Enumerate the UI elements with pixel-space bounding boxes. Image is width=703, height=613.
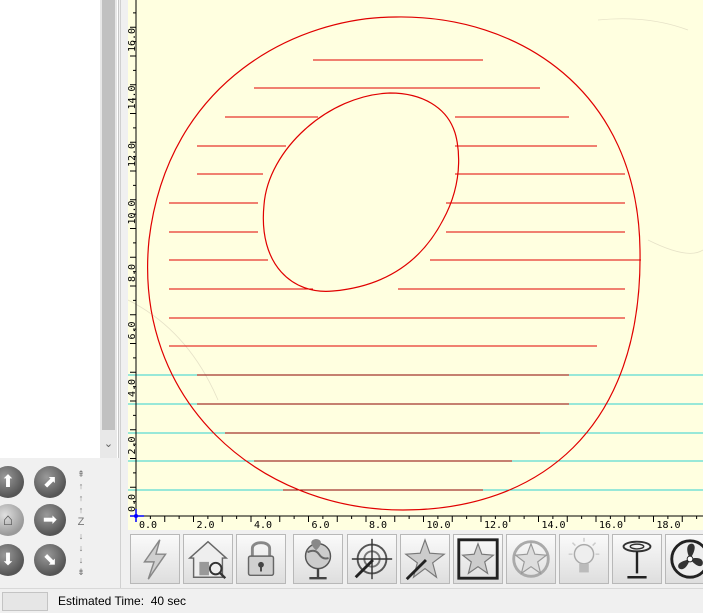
x-tick-label: 2.0 [197,520,215,530]
y-tick-label: 6.0 [128,321,138,339]
status-bar: Estimated Time: 40 sec [0,588,703,613]
left-panel-scrollbar[interactable]: ⌄ [100,0,117,458]
jog-controls: ⬆ ⬈ ⌂ ➡ ⬇ ⬊ ⇞ ↑ ↑ ↑ Z ↓ ↓ ↓ ⇟ [0,458,118,588]
home-icon: ⌂ [2,510,14,529]
globe-button[interactable] [293,534,343,584]
status-message-field [2,592,48,611]
panel-splitter[interactable] [120,0,126,588]
z-up-step-icon[interactable]: ↑ [75,504,87,516]
jog-right-button[interactable]: ➡ [34,504,66,536]
air-assist-icon [622,540,652,579]
target-crosshair-icon [351,538,393,580]
arrow-up-right-icon: ⬈ [42,472,58,491]
star-rotate-icon [512,540,550,578]
z-down-fast-icon[interactable]: ⇟ [75,566,87,578]
light-button[interactable] [559,534,609,584]
jog-up-button[interactable]: ⬆ [0,466,24,498]
y-tick-label: 12.0 [128,143,138,167]
jog-down-right-button[interactable]: ⬊ [34,544,66,576]
x-tick-label: 4.0 [254,520,272,530]
arrow-down-icon: ⬇ [0,550,16,569]
x-tick-label: 16.0 [599,520,623,530]
home-origin-button[interactable] [183,534,233,584]
y-tick-label: 16.0 [128,28,138,52]
rotate-job-button[interactable] [506,534,556,584]
x-tick-label: 14.0 [542,520,566,530]
star-resize-icon [457,538,499,580]
y-tick-label: 14.0 [128,85,138,109]
chevron-down-icon[interactable]: ⌄ [103,437,114,451]
workspace-canvas[interactable]: 0.0 2.0 4.0 6.0 8.0 10.0 12.0 14.0 16.0 18.0 0.0 2.… [128,0,703,530]
lock-button[interactable] [236,534,286,584]
fan-icon [670,539,703,579]
z-up-fast-icon[interactable]: ⇞ [75,468,87,480]
star-arrow-icon [404,538,446,581]
z-down-small-icon[interactable]: ↓ [75,542,87,554]
laser-fire-icon [143,539,167,580]
jog-down-button[interactable]: ⬇ [0,544,24,576]
lightbulb-icon [568,537,600,573]
jog-home-button[interactable]: ⌂ [0,504,24,536]
z-up-small-icon[interactable]: ↑ [75,492,87,504]
scrollbar-thumb[interactable] [102,0,115,430]
estimated-time-label: Estimated Time: [58,594,145,608]
estimated-time-status: Estimated Time: 40 sec [58,594,186,608]
x-tick-label: 8.0 [369,520,387,530]
y-tick-label: 8.0 [128,264,138,282]
z-up-icon[interactable]: ↑ [75,480,87,492]
arrow-up-icon: ⬆ [0,472,16,491]
x-tick-label: 12.0 [484,520,508,530]
arrow-down-right-icon: ⬊ [42,550,58,569]
y-tick-label: 10.0 [128,200,138,224]
x-tick-label: 10.0 [427,520,451,530]
air-assist-button[interactable] [612,534,662,584]
globe-icon [304,539,332,580]
y-tick-label: 2.0 [128,436,138,454]
x-tick-label: 6.0 [312,520,330,530]
x-tick-label: 0.0 [139,520,157,530]
arrow-right-icon: ➡ [42,510,58,529]
fire-laser-button[interactable] [130,534,180,584]
lock-icon [247,541,275,577]
jog-up-right-button[interactable]: ⬈ [34,466,66,498]
fan-button[interactable] [665,534,703,584]
z-down-icon[interactable]: ↓ [75,554,87,566]
z-axis-label: Z [77,516,85,528]
machine-toolbar [128,530,703,588]
home-origin-icon [187,540,229,580]
target-button[interactable] [347,534,397,584]
z-down-step-icon[interactable]: ↓ [75,530,87,542]
move-job-button[interactable] [400,534,450,584]
x-tick-label: 18.0 [657,520,681,530]
resize-job-button[interactable] [453,534,503,584]
y-tick-label: 4.0 [128,379,138,397]
estimated-time-value: 40 sec [150,594,187,608]
